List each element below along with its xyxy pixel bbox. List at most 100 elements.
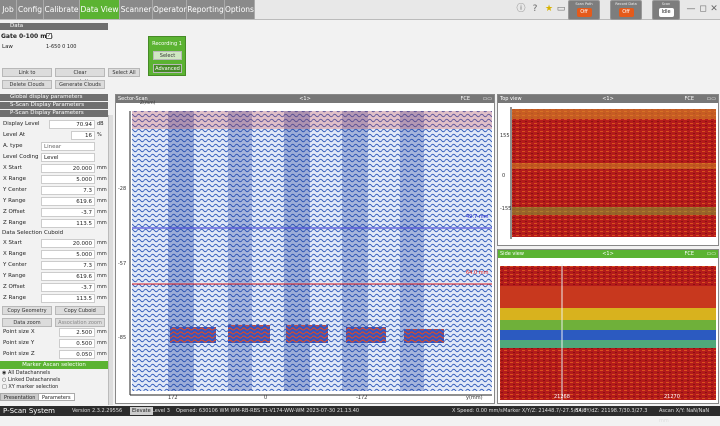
point-size-label: Point size X — [3, 329, 35, 335]
cuboid-label: Y Center — [3, 262, 27, 268]
cuboid-input[interactable]: 20.000 — [41, 239, 95, 248]
cuboid-input[interactable]: 619.6 — [41, 272, 95, 281]
top-view-window-icon[interactable]: ▭▭ — [707, 95, 716, 103]
cuboid-input[interactable]: 113.5 — [41, 294, 95, 303]
clear-presentations-button[interactable]: Clear presentations — [55, 68, 105, 85]
cuboid-label: Y Range — [3, 273, 26, 279]
geom-input[interactable]: 7.3 — [41, 186, 95, 195]
cuboid-input[interactable]: -3.7 — [41, 283, 95, 292]
geom-input[interactable]: 619.6 — [41, 197, 95, 206]
delete-clouds-button[interactable]: Delete Clouds — [2, 80, 52, 89]
level-at-label: Level At — [3, 132, 26, 138]
marker-xyz: Marker X/Y/Z: 21448.7/-27.5/54.0 — [503, 408, 587, 414]
app-version: Version 2.3.2.29556 — [72, 408, 123, 414]
side-view-image[interactable] — [498, 258, 718, 403]
geom-unit: mm — [97, 198, 107, 204]
level-coding-select[interactable]: Level — [41, 153, 95, 162]
data-section-header[interactable]: Data — [0, 23, 108, 30]
maximize-icon[interactable]: ◻ — [698, 3, 708, 15]
side-view-title-bar: Side view <1> FCE ▭▭ — [498, 250, 718, 258]
all-datachannels-option[interactable]: ◉ All Datachannels — [2, 370, 50, 376]
sector-scan-panel: Sector-Scan <1> FCE ▭▭ -28 -57 -85 Z(mm)… — [115, 94, 495, 404]
gate-checkbox[interactable]: ✓ — [46, 33, 52, 39]
scan-indicator[interactable]: Scan Idle — [652, 0, 680, 20]
minimize-icon[interactable]: — — [686, 3, 696, 15]
geom-label: Z Offset — [3, 209, 26, 215]
help-icon[interactable]: ? — [530, 3, 540, 15]
pscan-display-header[interactable]: P-Scan Display Parameters — [0, 110, 108, 117]
display-level-unit: dB — [97, 121, 104, 127]
tab-parameters[interactable]: Parameters — [38, 393, 75, 401]
sector-scan-channel: <1> — [299, 96, 311, 102]
marker-ascan-selection-button[interactable]: Marker Ascan selection — [0, 361, 108, 369]
menu-calibrate[interactable]: Calibrate — [44, 0, 80, 19]
sector-y-tick: -57 — [118, 261, 127, 267]
select-button[interactable]: Select — [153, 51, 182, 60]
close-icon[interactable]: ✕ — [709, 3, 719, 15]
record-data-indicator[interactable]: Record Data Off — [610, 0, 642, 20]
xy-marker-selection-label: XY marker selection — [8, 384, 59, 390]
menu-job[interactable]: Job — [0, 0, 17, 19]
side-view-window-icon[interactable]: ▭▭ — [707, 250, 716, 258]
point-size-unit: mm — [97, 329, 107, 335]
top-view-panel: Top view <1> FCE ▭▭ 155 0 -155 21268 212… — [497, 94, 719, 246]
level-at-input[interactable]: 16 — [71, 131, 95, 140]
menu-operator[interactable]: Operator — [153, 0, 187, 19]
global-display-header[interactable]: Global display parameters — [0, 94, 108, 101]
point-size-input[interactable]: 0.050 — [59, 350, 95, 359]
screen-icon[interactable]: ▭ — [556, 3, 566, 15]
linked-datachannels-label: Linked Datachannels — [7, 377, 61, 383]
cuboid-input[interactable]: 7.3 — [41, 261, 95, 270]
menu-scanner[interactable]: Scanner — [120, 0, 153, 19]
cuboid-input[interactable]: 5.000 — [41, 250, 95, 259]
scan-value: Idle — [658, 8, 674, 17]
point-size-input[interactable]: 0.500 — [59, 339, 95, 348]
top-view-image[interactable] — [498, 103, 718, 245]
point-size-input[interactable]: 2.500 — [59, 328, 95, 337]
sector-scan-image[interactable] — [116, 103, 494, 403]
copy-cuboid-button[interactable]: Copy Cuboid — [55, 306, 105, 315]
display-level-input[interactable]: 70.94 — [49, 120, 95, 129]
geom-unit: mm — [97, 187, 107, 193]
menu-options[interactable]: Options — [225, 0, 255, 19]
sector-scan-window-icon[interactable]: ▭▭ — [483, 95, 492, 103]
elevate-button[interactable]: Elevate — [130, 407, 153, 415]
top-view-title-bar: Top view <1> FCE ▭▭ — [498, 95, 718, 103]
geom-input[interactable]: -3.7 — [41, 208, 95, 217]
point-size-row: Point size X 2.500 mm — [1, 327, 107, 338]
association-zoom-button[interactable]: Association zoom — [55, 318, 105, 327]
record-data-value: Off — [618, 8, 634, 17]
cuboid-row: Y Center 7.3 mm — [1, 260, 107, 271]
menu-config[interactable]: Config — [17, 0, 44, 19]
geom-row: Z Offset -3.7 mm — [1, 207, 107, 218]
geom-input[interactable]: 5.000 — [41, 175, 95, 184]
cuboid-row: Z Range 113.5 mm — [1, 293, 107, 304]
copy-geometry-button[interactable]: Copy Geometry — [2, 306, 52, 315]
left-panel-scrollbar[interactable] — [108, 115, 113, 405]
star-icon[interactable]: ★ — [544, 3, 554, 15]
sector-scan-title-bar: Sector-Scan <1> FCE ▭▭ — [116, 95, 494, 103]
scan-path-indicator[interactable]: Scan Path Off — [568, 0, 600, 20]
select-all-button[interactable]: Select All — [108, 68, 140, 77]
linked-datachannels-option[interactable]: ○ Linked Datachannels — [2, 377, 60, 383]
info-icon[interactable]: ⓘ — [516, 3, 526, 15]
geom-unit: mm — [97, 165, 107, 171]
level-coding-label: Level Coding — [3, 154, 39, 160]
geom-input[interactable]: 113.5 — [41, 219, 95, 228]
generate-clouds-button[interactable]: Generate Clouds — [55, 80, 105, 89]
menu-data-view[interactable]: Data View — [80, 0, 120, 19]
cuboid-row: X Range 5.000 mm — [1, 249, 107, 260]
advanced-button[interactable]: Advanced — [153, 64, 182, 73]
geom-input[interactable]: 20.000 — [41, 164, 95, 173]
link-to-presentations-button[interactable]: Link to presentations — [2, 68, 52, 85]
data-zoom-button[interactable]: Data zoom — [2, 318, 52, 327]
xy-marker-selection-checkbox[interactable]: □ XY marker selection — [2, 384, 58, 390]
all-datachannels-label: All Datachannels — [7, 370, 51, 376]
geom-label: Z Range — [3, 220, 26, 226]
display-level-label: Display Level — [3, 121, 40, 127]
menu-reporting[interactable]: Reporting — [187, 0, 225, 19]
scan-path-label: Scan Path — [575, 2, 593, 6]
a-type-select[interactable]: Linear — [41, 142, 95, 151]
sscan-display-header[interactable]: S-Scan Display Parameters — [0, 102, 108, 109]
tab-presentation[interactable]: Presentation — [0, 393, 40, 401]
